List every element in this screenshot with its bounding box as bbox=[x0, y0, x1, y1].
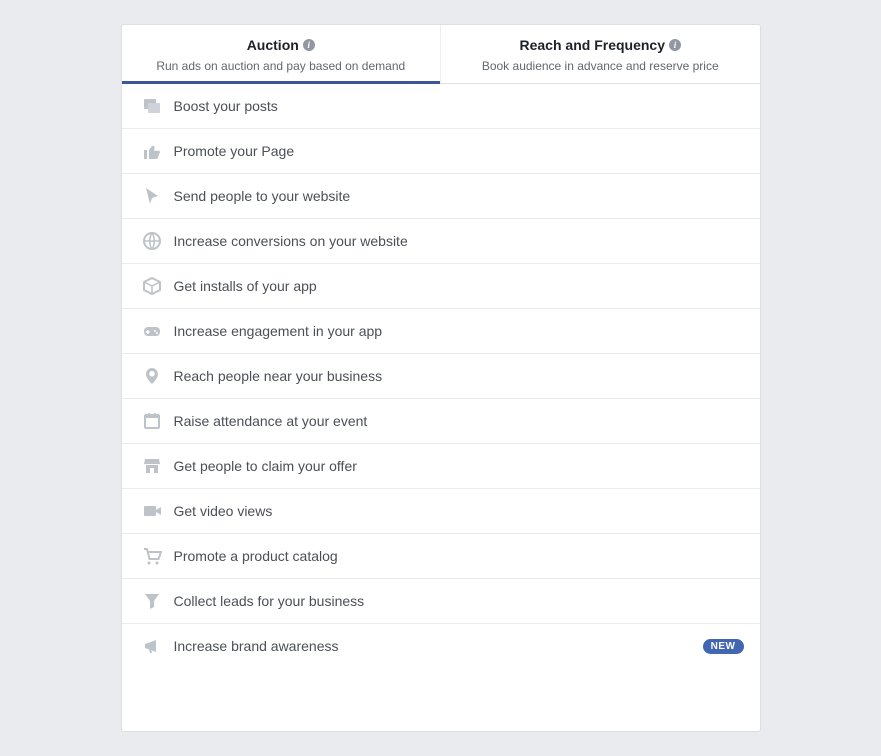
tab-reach-subtitle: Book audience in advance and reserve pri… bbox=[451, 59, 750, 73]
objective-card: Auction i Run ads on auction and pay bas… bbox=[121, 24, 761, 732]
objective-label: Collect leads for your business bbox=[174, 593, 744, 609]
tab-reach-title: Reach and Frequency bbox=[520, 37, 666, 53]
calendar-icon bbox=[138, 411, 166, 431]
boost-icon bbox=[138, 96, 166, 116]
objective-label: Get people to claim your offer bbox=[174, 458, 744, 474]
globe-icon bbox=[138, 231, 166, 251]
objective-promote-page[interactable]: Promote your Page bbox=[122, 129, 760, 174]
objective-label: Send people to your website bbox=[174, 188, 744, 204]
objective-label: Raise attendance at your event bbox=[174, 413, 744, 429]
objective-label: Increase conversions on your website bbox=[174, 233, 744, 249]
info-icon[interactable]: i bbox=[669, 39, 681, 51]
tab-auction-subtitle: Run ads on auction and pay based on dema… bbox=[132, 59, 431, 73]
tab-reach-frequency[interactable]: Reach and Frequency i Book audience in a… bbox=[440, 25, 760, 83]
objective-website-clicks[interactable]: Send people to your website bbox=[122, 174, 760, 219]
tab-auction-title: Auction bbox=[247, 37, 299, 53]
objective-offer-claims[interactable]: Get people to claim your offer bbox=[122, 444, 760, 489]
video-icon bbox=[138, 501, 166, 521]
objective-lead-generation[interactable]: Collect leads for your business bbox=[122, 579, 760, 624]
gamepad-icon bbox=[138, 321, 166, 341]
objective-website-conversions[interactable]: Increase conversions on your website bbox=[122, 219, 760, 264]
box-icon bbox=[138, 276, 166, 296]
objective-label: Promote your Page bbox=[174, 143, 744, 159]
objective-app-installs[interactable]: Get installs of your app bbox=[122, 264, 760, 309]
objective-label: Boost your posts bbox=[174, 98, 744, 114]
objective-label: Reach people near your business bbox=[174, 368, 744, 384]
pin-icon bbox=[138, 366, 166, 386]
buying-type-tabs: Auction i Run ads on auction and pay bas… bbox=[122, 25, 760, 84]
objective-local-awareness[interactable]: Reach people near your business bbox=[122, 354, 760, 399]
objective-list: Boost your posts Promote your Page Send … bbox=[122, 84, 760, 668]
info-icon[interactable]: i bbox=[303, 39, 315, 51]
cart-icon bbox=[138, 546, 166, 566]
objective-boost-posts[interactable]: Boost your posts bbox=[122, 84, 760, 129]
megaphone-icon bbox=[138, 636, 166, 656]
objective-label: Promote a product catalog bbox=[174, 548, 744, 564]
objective-label: Get installs of your app bbox=[174, 278, 744, 294]
objective-product-catalog[interactable]: Promote a product catalog bbox=[122, 534, 760, 579]
tab-auction[interactable]: Auction i Run ads on auction and pay bas… bbox=[122, 25, 441, 83]
new-badge: NEW bbox=[703, 639, 744, 654]
store-icon bbox=[138, 456, 166, 476]
objective-brand-awareness[interactable]: Increase brand awareness NEW bbox=[122, 624, 760, 668]
objective-label: Increase engagement in your app bbox=[174, 323, 744, 339]
objective-label: Get video views bbox=[174, 503, 744, 519]
like-icon bbox=[138, 141, 166, 161]
funnel-icon bbox=[138, 591, 166, 611]
objective-event-responses[interactable]: Raise attendance at your event bbox=[122, 399, 760, 444]
objective-app-engagement[interactable]: Increase engagement in your app bbox=[122, 309, 760, 354]
cursor-icon bbox=[138, 186, 166, 206]
objective-video-views[interactable]: Get video views bbox=[122, 489, 760, 534]
objective-label: Increase brand awareness bbox=[174, 638, 703, 654]
